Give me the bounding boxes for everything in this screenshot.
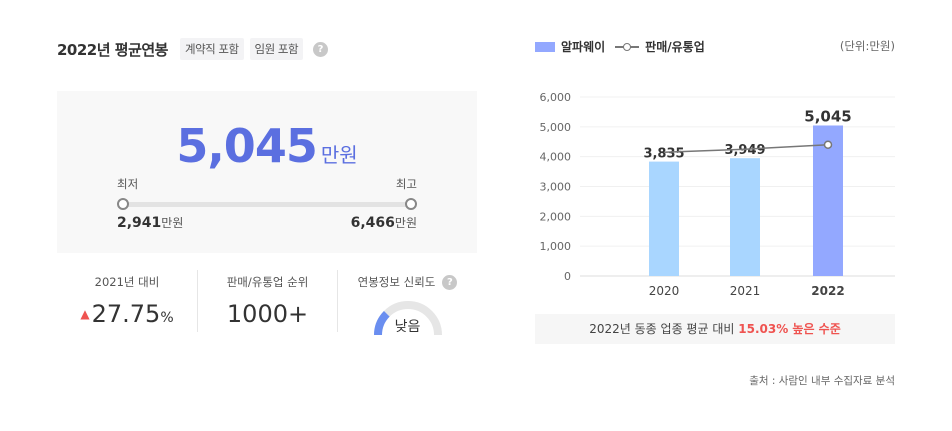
y-tick-label: 3,000 [540, 181, 572, 194]
x-tick-label: 2022 [811, 284, 844, 298]
max-salary: 6,466만원 [351, 214, 417, 231]
legend-line-label: 판매/유통업 [645, 40, 705, 54]
bar-2020 [649, 161, 679, 276]
help-icon[interactable]: ? [313, 41, 329, 57]
legend-bar-label: 알파웨이 [561, 40, 606, 54]
tag-executive-included: 임원 포함 [249, 38, 304, 60]
growth-value-wrap: ▲27.75% [57, 300, 197, 328]
reliability-value: 낮음 [394, 319, 421, 335]
reliability-help-icon[interactable]: ? [442, 274, 458, 290]
stat-reliability: 연봉정보 신뢰도 ? 낮음 [337, 270, 477, 336]
y-tick-label: 5,000 [540, 121, 572, 134]
growth-value: 27.75 [91, 300, 161, 328]
industry-average-point [823, 140, 833, 149]
bar-value-label: 3,949 [724, 143, 765, 158]
max-salary-value: 6,466 [350, 215, 395, 231]
min-salary: 2,941만원 [117, 214, 183, 231]
max-marker [405, 198, 417, 210]
bar-value-label: 3,835 [643, 147, 684, 162]
up-arrow-icon: ▲ [80, 307, 90, 321]
unit-note: (단위:만원) [839, 39, 895, 53]
salary-bar-chart: 0 1,000 2,000 3,000 4,000 5,000 6,000 3,835 2020… [540, 91, 895, 298]
average-salary: 5,045 만원 [57, 119, 477, 173]
bar-value-label: 5,045 [804, 107, 851, 125]
bar-2021 [730, 158, 760, 276]
y-tick-label: 1,000 [540, 240, 572, 253]
salary-summary-panel: 2022년 평균연봉 계약직 포함 임원 포함 ? 5,045 만원 최저 최고 … [57, 0, 477, 431]
y-tick-label: 6,000 [540, 91, 572, 104]
salary-chart-panel: 알파웨이 판매/유통업 (단위:만원) 0 1,000 2,000 3,000 4,00… [535, 0, 895, 431]
stats-row: 2021년 대비 ▲27.75% 판매/유통업 순위 1000+ 연봉정보 신뢰… [57, 270, 477, 340]
x-tick-label: 2020 [649, 284, 680, 298]
page-title: 2022년 평균연봉 [57, 40, 168, 59]
data-source: 출처 : 사람인 내부 수집자료 분석 [749, 375, 895, 387]
legend-bar-swatch [535, 41, 555, 52]
y-tick-label: 2,000 [540, 210, 572, 223]
x-tick-label: 2021 [730, 284, 761, 298]
title-row: 2022년 평균연봉 계약직 포함 임원 포함 ? [57, 38, 329, 60]
growth-label: 2021년 대비 [94, 275, 160, 289]
industry-comparison: 2022년 동종 업종 평균 대비 15.03% 높은 수준 [535, 314, 895, 344]
stat-growth: 2021년 대비 ▲27.75% [57, 270, 197, 332]
salary-range-track [123, 202, 411, 207]
chart-legend: 알파웨이 판매/유통업 [535, 38, 705, 55]
legend-line-swatch [615, 42, 640, 52]
reliability-label-row: 연봉정보 신뢰도 ? [338, 274, 477, 290]
reliability-gauge: 낮음 [371, 298, 445, 338]
y-tick-label: 0 [564, 270, 571, 283]
legend-line-item: 판매/유통업 [615, 38, 705, 55]
max-salary-unit: 만원 [394, 216, 417, 230]
min-marker [117, 198, 129, 210]
max-label: 최고 [395, 177, 417, 191]
comparison-prefix: 2022년 동종 업종 평균 대비 [589, 322, 735, 336]
comparison-highlight: 15.03% 높은 수준 [738, 322, 841, 336]
rank-label: 판매/유통업 순위 [226, 275, 309, 289]
average-salary-unit: 만원 [320, 143, 358, 167]
min-label: 최저 [117, 177, 139, 191]
legend-bar-item: 알파웨이 [535, 38, 605, 55]
y-tick-label: 4,000 [540, 151, 572, 164]
min-salary-value: 2,941 [117, 215, 162, 231]
average-salary-box: 5,045 만원 최저 최고 2,941만원 6,466만원 [57, 91, 477, 253]
stat-rank: 판매/유통업 순위 1000+ [197, 270, 337, 332]
min-salary-unit: 만원 [161, 216, 184, 230]
average-salary-value: 5,045 [176, 119, 318, 173]
growth-unit: % [160, 310, 174, 326]
rank-value: 1000+ [226, 300, 309, 328]
tag-contract-included: 계약직 포함 [179, 38, 244, 60]
reliability-label: 연봉정보 신뢰도 [357, 275, 436, 289]
